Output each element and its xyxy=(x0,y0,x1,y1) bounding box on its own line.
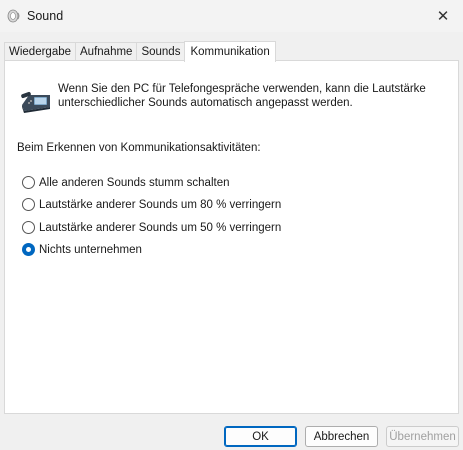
intro-text: Wenn Sie den PC für Telefongespräche ver… xyxy=(58,82,448,110)
radio-label: Lautstärke anderer Sounds um 80 % verrin… xyxy=(39,198,282,211)
title-bar: Sound ✕ xyxy=(0,0,463,32)
radio-button[interactable] xyxy=(22,176,35,189)
radio-label: Nichts unternehmen xyxy=(39,243,142,256)
telephone-icon xyxy=(21,91,50,113)
tab-sounds[interactable]: Sounds xyxy=(136,42,186,61)
radio-button-selected[interactable] xyxy=(22,243,35,256)
tab-panel: Wenn Sie den PC für Telefongespräche ver… xyxy=(4,60,459,414)
section-label: Beim Erkennen von Kommunikationsaktivitä… xyxy=(17,142,261,154)
radio-mute-all[interactable]: Alle anderen Sounds stumm schalten xyxy=(22,176,230,189)
tab-kommunikation[interactable]: Kommunikation xyxy=(184,41,276,62)
window-title: Sound xyxy=(27,9,64,23)
intro-line-1: Wenn Sie den PC für Telefongespräche ver… xyxy=(58,83,426,95)
close-icon: ✕ xyxy=(436,8,450,25)
radio-reduce-50[interactable]: Lautstärke anderer Sounds um 50 % verrin… xyxy=(22,221,281,234)
radio-label: Alle anderen Sounds stumm schalten xyxy=(39,176,230,189)
intro-line-2: unterschiedlicher Sounds automatisch ang… xyxy=(58,97,353,109)
cancel-button[interactable]: Abbrechen xyxy=(305,426,378,447)
radio-label: Lautstärke anderer Sounds um 50 % verrin… xyxy=(39,221,282,234)
speaker-app-icon xyxy=(7,9,20,23)
apply-button[interactable]: Übernehmen xyxy=(386,426,459,447)
radio-do-nothing[interactable]: Nichts unternehmen xyxy=(22,243,142,256)
radio-button[interactable] xyxy=(22,221,35,234)
ok-button[interactable]: OK xyxy=(224,426,297,447)
tab-strip: Wiedergabe Aufnahme Sounds Kommunikation xyxy=(4,40,276,62)
tab-wiedergabe[interactable]: Wiedergabe xyxy=(4,42,77,61)
radio-reduce-80[interactable]: Lautstärke anderer Sounds um 80 % verrin… xyxy=(22,198,281,211)
radio-button[interactable] xyxy=(22,198,35,211)
close-button[interactable]: ✕ xyxy=(423,0,463,32)
tab-aufnahme[interactable]: Aufnahme xyxy=(75,42,138,61)
